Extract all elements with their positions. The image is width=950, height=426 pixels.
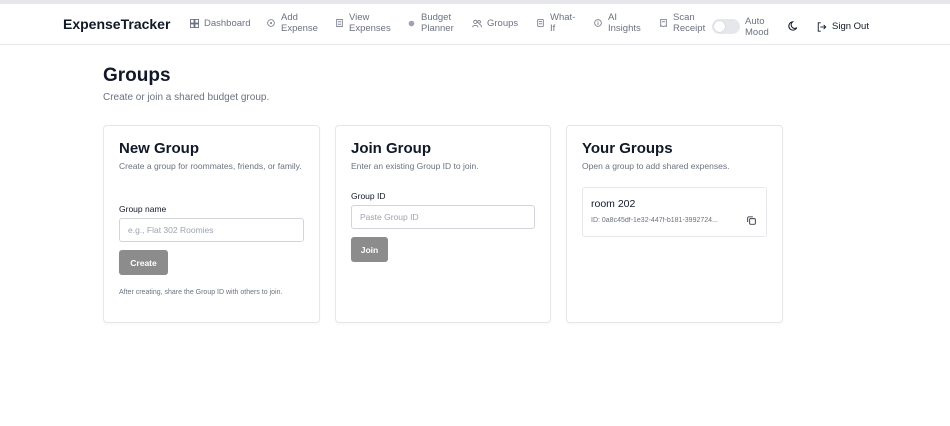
group-id-input[interactable] xyxy=(351,205,535,229)
your-groups-card: Your Groups Open a group to add shared e… xyxy=(566,125,783,323)
group-id-text: ID: 0a8c45df-1e32-447f-b181-3992724... xyxy=(591,217,718,224)
receipt-icon xyxy=(658,18,668,28)
nav-item-add-expense[interactable]: Add Expense xyxy=(266,12,321,34)
group-name: room 202 xyxy=(591,198,636,210)
plus-circle-icon xyxy=(266,18,276,28)
app-brand[interactable]: ExpenseTracker xyxy=(63,16,170,32)
group-list-item[interactable]: room 202 ID: 0a8c45df-1e32-447f-b181-399… xyxy=(582,187,767,237)
nav-item-budget-planner[interactable]: Budget Planner xyxy=(406,12,461,34)
nav-item-groups[interactable]: Groups xyxy=(472,18,518,29)
nav-item-what-if[interactable]: What-If xyxy=(535,12,578,34)
your-groups-subtitle: Open a group to add shared expenses. xyxy=(582,161,730,171)
toggle-knob xyxy=(714,21,725,32)
dot-icon xyxy=(406,18,416,28)
nav-label: Budget Planner xyxy=(421,12,454,34)
nav-item-ai-insights[interactable]: AI Insights xyxy=(593,12,648,34)
auto-mood-toggle[interactable] xyxy=(712,19,740,34)
nav-label: Add Expense xyxy=(281,12,318,34)
sign-out-label: Sign Out xyxy=(832,21,869,32)
sign-out-icon xyxy=(817,21,827,32)
nav-label: View Expenses xyxy=(349,12,391,34)
nav-item-view-expenses[interactable]: View Expenses xyxy=(334,12,391,34)
nav-item-scan-receipt[interactable]: Scan Receipt xyxy=(658,12,713,34)
group-name-label: Group name xyxy=(119,204,167,214)
nav-label: Dashboard xyxy=(204,18,251,29)
new-group-subtitle: Create a group for roommates, friends, o… xyxy=(119,161,302,171)
join-group-title: Join Group xyxy=(351,140,431,157)
group-id-label: Group ID xyxy=(351,191,386,201)
join-group-subtitle: Enter an existing Group ID to join. xyxy=(351,161,479,171)
page-subtitle: Create or join a shared budget group. xyxy=(103,92,270,103)
list-icon xyxy=(334,18,344,28)
dashboard-icon xyxy=(189,19,199,29)
new-group-card: New Group Create a group for roommates, … xyxy=(103,125,320,323)
your-groups-title: Your Groups xyxy=(582,140,673,157)
users-icon xyxy=(472,19,482,29)
sign-out-button[interactable]: Sign Out xyxy=(817,21,869,32)
info-circle-icon xyxy=(593,18,603,28)
nav-label: Scan Receipt xyxy=(673,12,706,34)
join-group-card: Join Group Enter an existing Group ID to… xyxy=(335,125,551,323)
auto-mood-label: Auto Mood xyxy=(745,16,769,38)
calculator-icon xyxy=(535,18,545,28)
new-group-title: New Group xyxy=(119,140,200,157)
moon-icon[interactable] xyxy=(787,21,798,32)
copy-icon[interactable] xyxy=(747,216,756,225)
nav-label: AI Insights xyxy=(608,12,641,34)
create-hint: After creating, share the Group ID with … xyxy=(119,289,283,296)
page-title: Groups xyxy=(103,65,171,86)
nav-label: What-If xyxy=(550,12,576,34)
top-navbar: ExpenseTracker Dashboard Add Expense Vie… xyxy=(0,4,950,45)
nav-label: Groups xyxy=(487,18,519,29)
nav-item-dashboard[interactable]: Dashboard xyxy=(189,18,250,29)
group-name-input[interactable] xyxy=(119,218,304,242)
create-button[interactable]: Create xyxy=(119,250,168,275)
join-button[interactable]: Join xyxy=(351,237,388,262)
